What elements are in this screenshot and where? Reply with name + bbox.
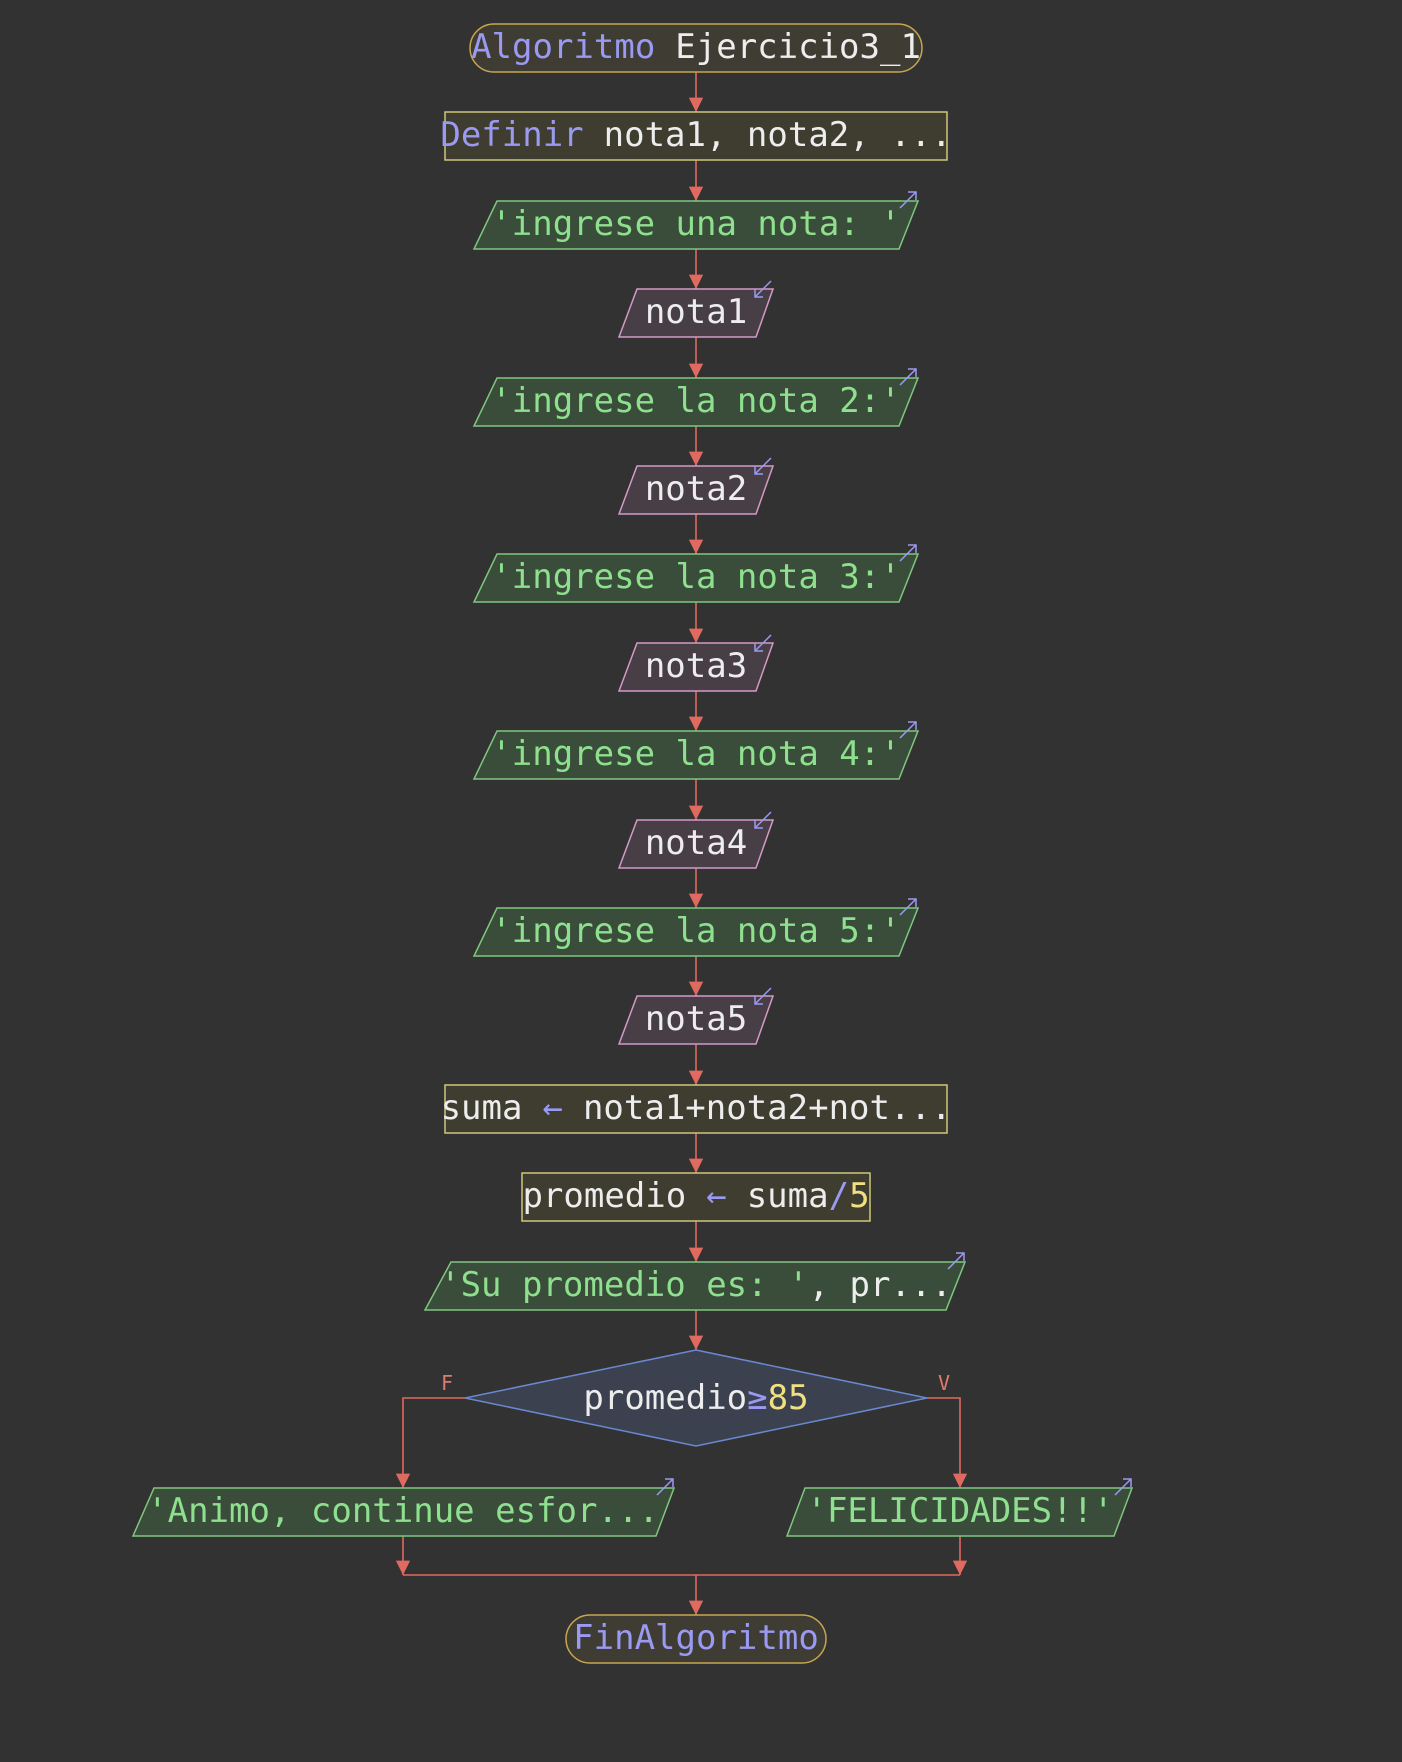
sum-expr: nota1+nota2+not...	[583, 1088, 951, 1128]
true-output-text: 'FELICIDADES!!'	[806, 1491, 1113, 1531]
avg-op: /	[829, 1176, 849, 1216]
prompt3-text: 'ingrese la nota 3:'	[491, 557, 900, 597]
avg-target: promedio	[522, 1176, 686, 1216]
sum-target: suma	[441, 1088, 523, 1128]
prompt2-text: 'ingrese la nota 2:'	[491, 381, 900, 421]
read4-text: nota4	[645, 823, 747, 863]
input-read5[interactable]: nota5	[617, 987, 775, 1045]
true-branch-label: V	[938, 1371, 950, 1395]
prompt4-text: 'ingrese la nota 4:'	[491, 734, 900, 774]
output-prompt1[interactable]: 'ingrese una nota: '	[472, 191, 920, 250]
output-prompt2[interactable]: 'ingrese la nota 2:'	[472, 368, 920, 427]
decision-node[interactable]: promedio≥85	[464, 1349, 928, 1447]
decision-var: promedio	[583, 1378, 747, 1418]
output-average-string: 'Su promedio es: '	[440, 1265, 808, 1305]
assign-arrow: ←	[542, 1088, 562, 1128]
assign-sum[interactable]: suma ← nota1+nota2+not...	[441, 1084, 952, 1134]
output-average-text: 'Su promedio es: ', pr...	[440, 1265, 952, 1305]
assign-avg[interactable]: promedio ← suma/5	[521, 1172, 871, 1222]
output-average-rest: , pr...	[809, 1265, 952, 1305]
read5-text: nota5	[645, 999, 747, 1039]
decision-value: 85	[768, 1378, 809, 1418]
false-branch-label: F	[441, 1371, 453, 1395]
start-node[interactable]: Algoritmo Ejercicio3_1	[469, 23, 923, 73]
avg-divisor: 5	[849, 1176, 869, 1216]
edge-decision-true	[927, 1397, 968, 1488]
output-prompt3[interactable]: 'ingrese la nota 3:'	[472, 544, 920, 603]
output-true-branch[interactable]: 'FELICIDADES!!'	[785, 1478, 1134, 1537]
false-output-text: 'Animo, continue esfor...	[147, 1491, 659, 1531]
output-average[interactable]: 'Su promedio es: ', pr...	[423, 1252, 967, 1311]
end-label: FinAlgoritmo	[573, 1618, 819, 1658]
decision-label: promedio≥85	[583, 1378, 808, 1418]
avg-lhs: suma	[747, 1176, 829, 1216]
assign-arrow: ←	[706, 1176, 726, 1216]
input-read4[interactable]: nota4	[617, 811, 775, 869]
flowchart: Algoritmo Ejercicio3_1 Definir nota1, nota…	[131, 23, 1134, 1664]
edge-decision-false	[395, 1397, 465, 1488]
input-read3[interactable]: nota3	[617, 634, 775, 692]
define-keyword: Definir	[440, 115, 583, 155]
define-node[interactable]: Definir nota1, nota2, ...	[440, 111, 952, 161]
output-prompt5[interactable]: 'ingrese la nota 5:'	[472, 898, 920, 957]
define-vars: nota1, nota2, ...	[604, 115, 952, 155]
algorithm-name: Ejercicio3_1	[675, 27, 921, 67]
input-read2[interactable]: nota2	[617, 457, 775, 515]
read2-text: nota2	[645, 469, 747, 509]
prompt5-text: 'ingrese la nota 5:'	[491, 911, 900, 951]
define-label: Definir nota1, nota2, ...	[440, 115, 951, 155]
output-false-branch[interactable]: 'Animo, continue esfor...	[131, 1478, 676, 1537]
prompt1-text: 'ingrese una nota: '	[491, 204, 900, 244]
output-prompt4[interactable]: 'ingrese la nota 4:'	[472, 721, 920, 780]
end-node[interactable]: FinAlgoritmo	[565, 1614, 827, 1664]
start-keyword: Algoritmo	[471, 27, 655, 67]
decision-op: ≥	[747, 1378, 767, 1418]
sum-label: suma ← nota1+nota2+not...	[441, 1088, 952, 1128]
read1-text: nota1	[645, 292, 747, 332]
start-label: Algoritmo Ejercicio3_1	[471, 27, 921, 67]
input-read1[interactable]: nota1	[617, 280, 775, 338]
read3-text: nota3	[645, 646, 747, 686]
